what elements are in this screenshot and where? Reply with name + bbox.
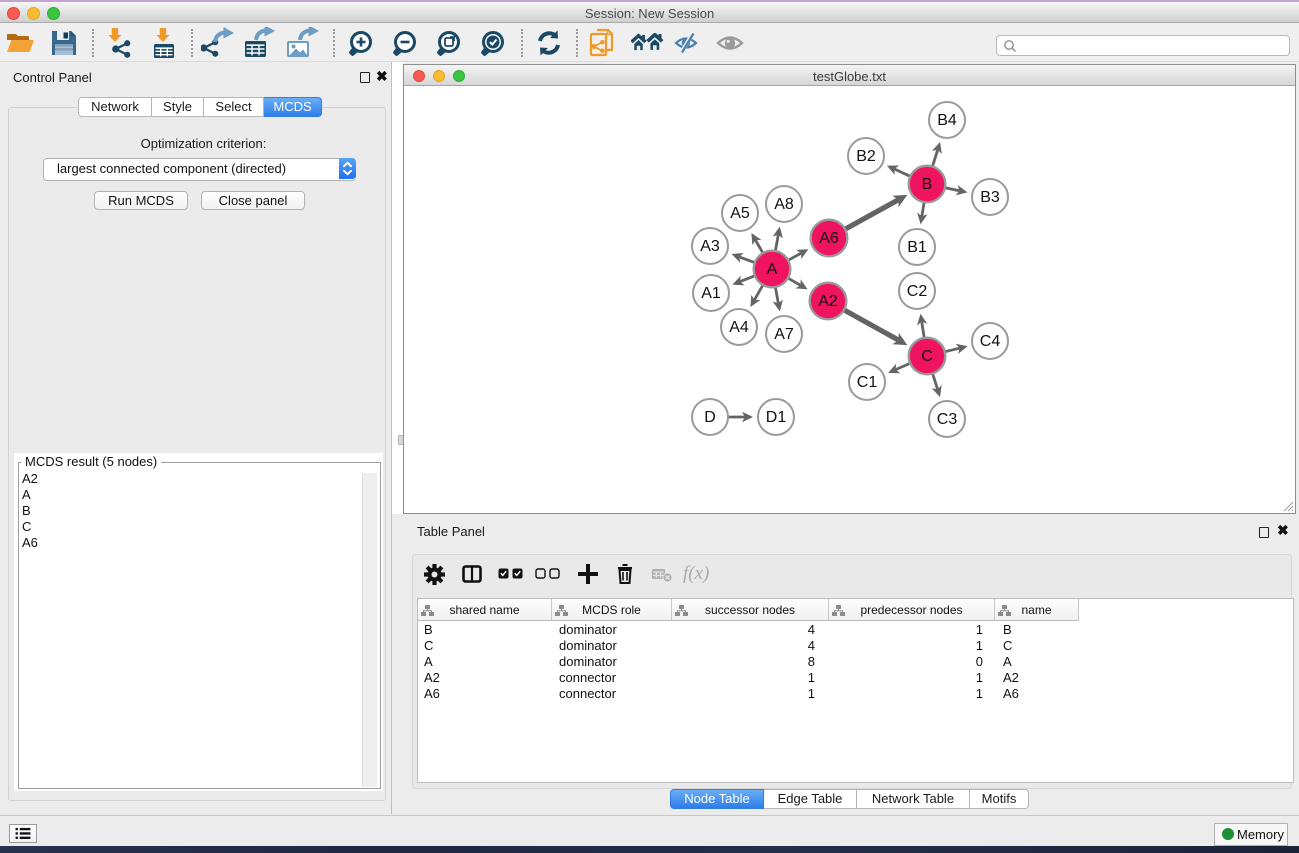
svg-text:B: B: [922, 176, 933, 193]
svg-text:B2: B2: [856, 148, 876, 165]
svg-text:C3: C3: [937, 411, 958, 428]
svg-text:A2: A2: [818, 293, 838, 310]
svg-text:A4: A4: [729, 319, 749, 336]
svg-text:D1: D1: [766, 409, 787, 426]
svg-text:A3: A3: [700, 238, 720, 255]
svg-text:C4: C4: [980, 333, 1001, 350]
svg-text:A6: A6: [819, 230, 839, 247]
svg-text:f(x): f(x): [683, 563, 709, 584]
svg-text:B4: B4: [937, 112, 957, 129]
svg-text:A8: A8: [774, 196, 794, 213]
svg-text:B1: B1: [907, 239, 927, 256]
svg-text:C: C: [921, 348, 933, 365]
svg-text:A7: A7: [774, 326, 794, 343]
svg-text:A: A: [767, 261, 778, 278]
svg-text:A5: A5: [730, 205, 750, 222]
svg-text:C1: C1: [857, 374, 878, 391]
svg-text:B3: B3: [980, 189, 1000, 206]
svg-text:D: D: [704, 409, 716, 426]
svg-text:A1: A1: [701, 285, 721, 302]
svg-text:C2: C2: [907, 283, 928, 300]
